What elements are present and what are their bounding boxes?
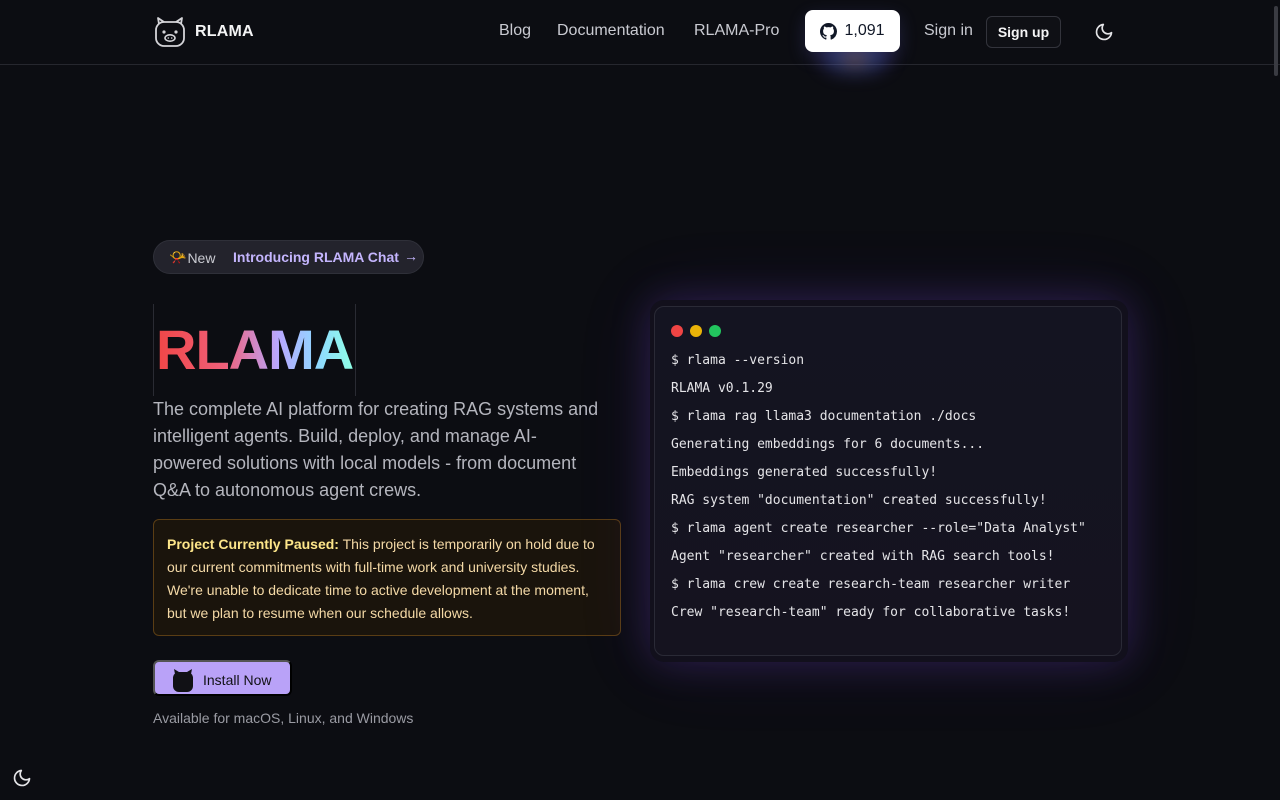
minimize-dot <box>690 325 702 337</box>
megaphone-icon: 📯 <box>169 249 187 265</box>
badge-text: Introducing RLAMA Chat <box>233 249 399 265</box>
page-scrollbar[interactable] <box>1272 0 1280 800</box>
scrollbar-thumb[interactable] <box>1274 6 1278 76</box>
badge-new-label: New <box>187 249 216 266</box>
project-paused-notice: Project Currently Paused: This project i… <box>153 519 621 636</box>
hero-title-box: RLAMA <box>153 304 356 396</box>
close-dot <box>671 325 683 337</box>
terminal-line: RAG system "documentation" created succe… <box>671 493 1047 508</box>
terminal-line: Generating embeddings for 6 documents... <box>671 437 985 452</box>
sign-up-button[interactable]: Sign up <box>986 16 1061 48</box>
site-header: RLAMA Blog Documentation RLAMA-Pro 1,091… <box>0 0 1280 76</box>
hero-description: The complete AI platform for creating RA… <box>153 399 599 500</box>
logo[interactable]: RLAMA <box>153 15 254 49</box>
github-star-count: 1,091 <box>844 22 885 39</box>
install-now-button[interactable]: Install Now <box>153 660 292 696</box>
terminal-line: $ rlama --version <box>671 353 805 368</box>
terminal-line: $ rlama crew create research-team resear… <box>671 577 1071 592</box>
github-stars-button[interactable]: 1,091 <box>805 10 900 52</box>
announcement-badge[interactable]: 📯 New Introducing RLAMA Chat → <box>153 240 424 274</box>
terminal-line: $ rlama rag llama3 documentation ./docs <box>671 409 977 424</box>
logo-text: RLAMA <box>195 23 254 40</box>
github-icon <box>820 22 838 40</box>
nav-link-documentation[interactable]: Documentation <box>557 22 665 40</box>
llama-face-icon <box>153 15 187 49</box>
badge-new: 📯 New <box>169 249 215 266</box>
maximize-dot <box>709 325 721 337</box>
sign-in-link[interactable]: Sign in <box>924 22 973 40</box>
notice-heading: Project Currently Paused: <box>167 536 339 552</box>
window-controls <box>671 325 721 337</box>
availability-text: Available for macOS, Linux, and Windows <box>153 710 414 726</box>
nav-link-blog[interactable]: Blog <box>499 22 531 40</box>
install-now-label: Install Now <box>203 672 272 688</box>
llama-head-icon <box>171 668 195 695</box>
nav-link-rlama-pro[interactable]: RLAMA-Pro <box>694 22 779 40</box>
terminal-output: $ rlama --version RLAMA v0.1.29 $ rlama … <box>671 347 1086 627</box>
arrow-right-icon: → <box>404 248 418 264</box>
terminal-line: $ rlama agent create researcher --role="… <box>671 521 1086 536</box>
terminal-line: Crew "research-team" ready for collabora… <box>671 605 1071 620</box>
terminal-line: RLAMA v0.1.29 <box>671 381 773 396</box>
moon-icon[interactable] <box>12 768 32 788</box>
terminal-window: $ rlama --version RLAMA v0.1.29 $ rlama … <box>654 306 1122 656</box>
terminal-line: Embeddings generated successfully! <box>671 465 938 480</box>
terminal-line: Agent "researcher" created with RAG sear… <box>671 549 1055 564</box>
hero-title: RLAMA <box>156 318 354 381</box>
moon-icon[interactable] <box>1094 22 1114 42</box>
